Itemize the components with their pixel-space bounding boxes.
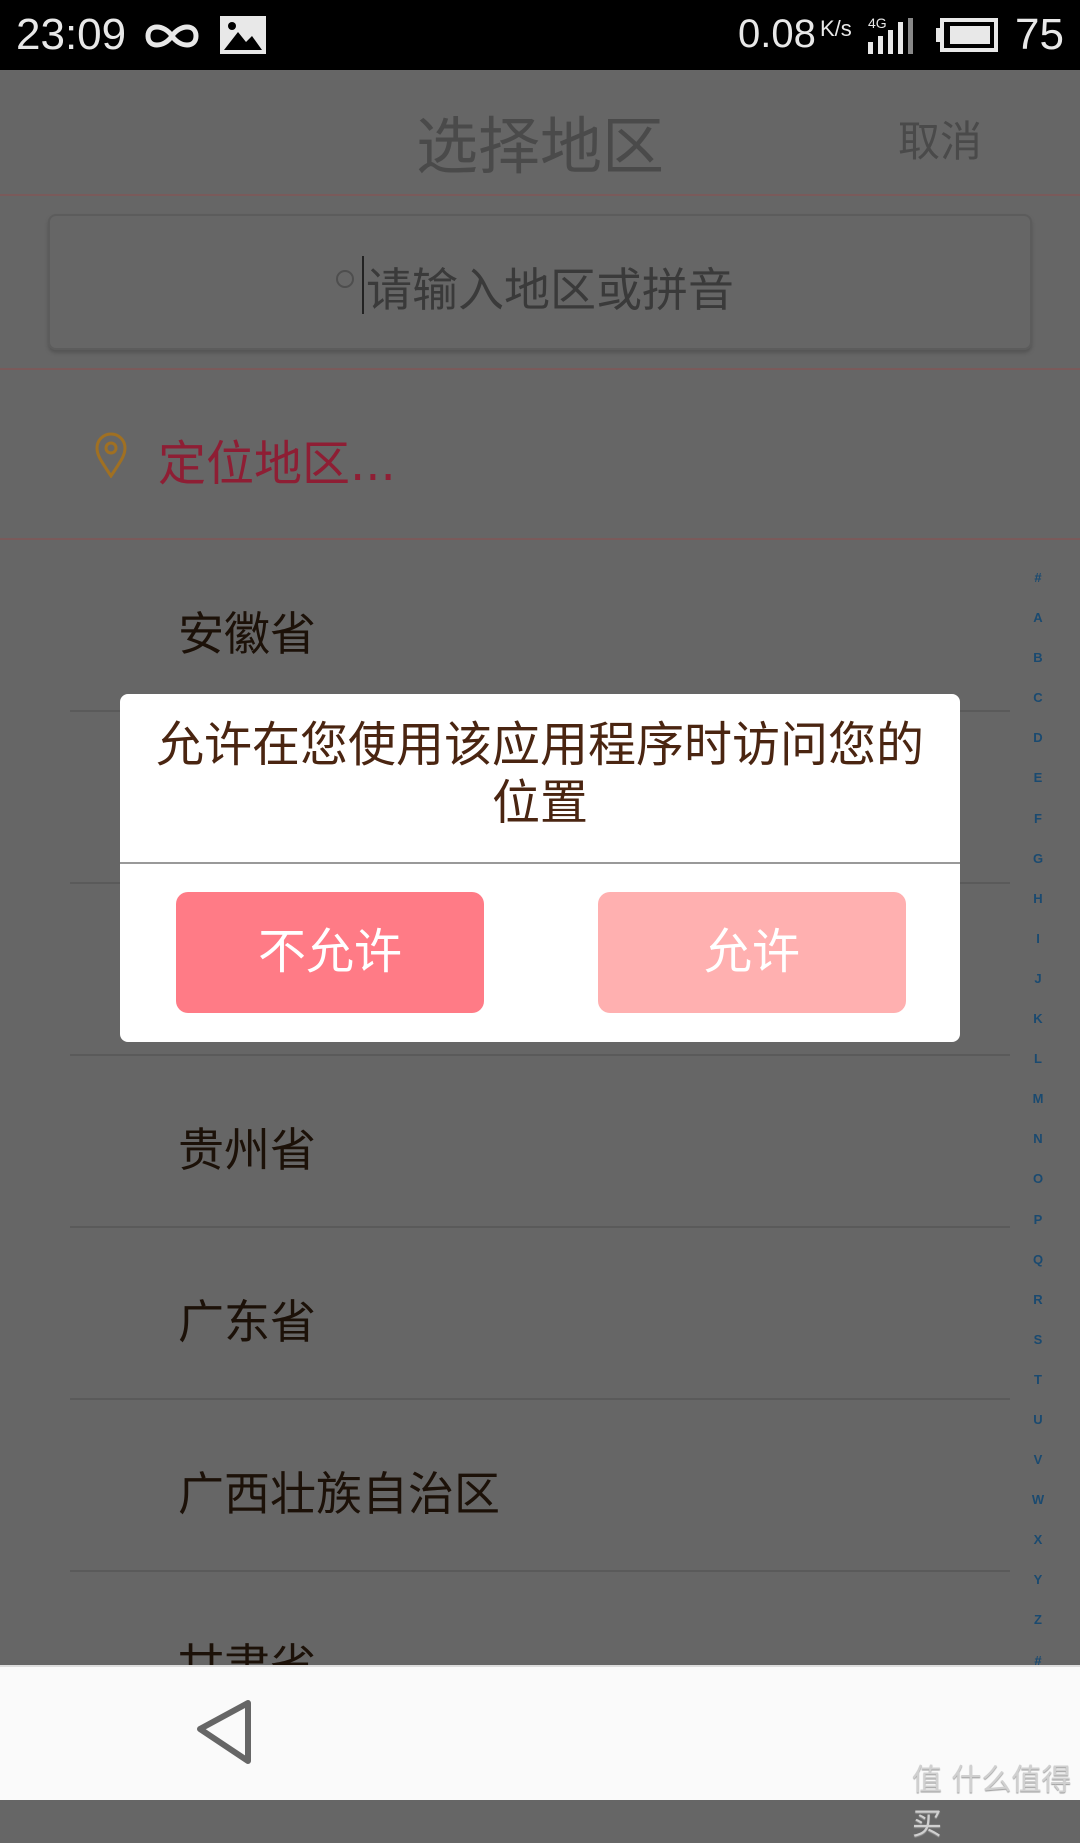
cancel-button[interactable]: 取消 [898,108,982,169]
region-name: 安徽省 [178,607,316,661]
index-letter[interactable]: M [1022,1091,1054,1131]
index-letter[interactable]: L [1022,1051,1054,1091]
index-letter[interactable]: D [1022,730,1054,770]
battery-level: 75 [1015,10,1064,59]
navigation-bar: 值 什么值得买 [0,1665,1080,1842]
allow-button[interactable]: 允许 [598,892,906,1013]
index-letter[interactable]: F [1022,811,1054,851]
index-letter[interactable]: H [1022,891,1054,931]
region-row[interactable]: 甘肃省 [70,1572,1010,1665]
region-row[interactable]: 贵州省 [70,1056,1010,1228]
svg-text:4G: 4G [868,15,887,31]
header: 选择地区 取消 [0,70,1080,196]
deny-button[interactable]: 不允许 [176,892,484,1013]
region-row[interactable]: 广西壮族自治区 [70,1400,1010,1572]
alphabet-index-bar[interactable]: # A B C D E F G H I J K L M N O P Q R S T U V W X Y Z # [1022,570,1054,1665]
index-letter[interactable]: # [1022,570,1054,610]
index-letter[interactable]: C [1022,690,1054,730]
index-letter[interactable]: Q [1022,1252,1054,1292]
index-letter[interactable]: V [1022,1452,1054,1492]
index-letter[interactable]: O [1022,1171,1054,1211]
region-row[interactable]: 广东省 [70,1228,1010,1400]
index-letter[interactable]: E [1022,770,1054,810]
index-letter[interactable]: K [1022,1011,1054,1051]
speed-unit: K/s [820,16,852,41]
location-label: 定位地区... [158,436,396,492]
signal-icon: 4G [868,15,913,54]
region-name: 广西壮族自治区 [178,1467,500,1521]
index-letter[interactable]: S [1022,1332,1054,1372]
clock: 23:09 [16,10,127,59]
back-icon[interactable] [192,1697,256,1767]
region-row[interactable]: 安徽省 [70,540,1010,712]
watermark-logo: 值 什么值得买 [912,1763,1072,1842]
index-letter[interactable]: X [1022,1532,1054,1572]
region-name: 贵州省 [178,1123,316,1177]
index-letter[interactable]: J [1022,971,1054,1011]
region-name: 甘肃省 [178,1630,316,1665]
index-letter[interactable]: G [1022,851,1054,891]
location-row[interactable]: 定位地区... [0,370,1080,540]
index-letter[interactable]: P [1022,1212,1054,1252]
index-letter[interactable]: T [1022,1372,1054,1412]
search-icon [336,270,354,288]
search-input[interactable]: 请输入地区或拼音 [48,214,1032,350]
index-letter[interactable]: Z [1022,1612,1054,1652]
index-letter[interactable]: Y [1022,1572,1054,1612]
location-pin-icon [95,432,127,478]
index-letter[interactable]: A [1022,610,1054,650]
index-letter[interactable]: N [1022,1131,1054,1171]
image-icon [220,16,266,54]
index-letter[interactable]: I [1022,931,1054,971]
index-letter[interactable]: R [1022,1292,1054,1332]
network-speed: 0.08 [738,12,816,56]
index-letter[interactable]: W [1022,1492,1054,1532]
battery-icon [936,18,998,52]
dialog-message: 允许在您使用该应用程序时访问您的位置 [155,717,924,831]
index-letter[interactable]: B [1022,650,1054,690]
dialog-divider [120,862,960,864]
index-letter[interactable]: U [1022,1412,1054,1452]
status-bar: 23:09 0.08 K/s 4G 75 [0,0,1080,70]
search-placeholder: 请输入地区或拼音 [366,263,734,317]
infinity-icon [145,24,199,48]
region-name: 广东省 [178,1295,316,1349]
text-cursor [362,256,364,314]
location-permission-dialog: 允许在您使用该应用程序时访问您的位置 不允许 允许 [120,694,960,1042]
index-letter[interactable]: # [1022,1653,1054,1665]
